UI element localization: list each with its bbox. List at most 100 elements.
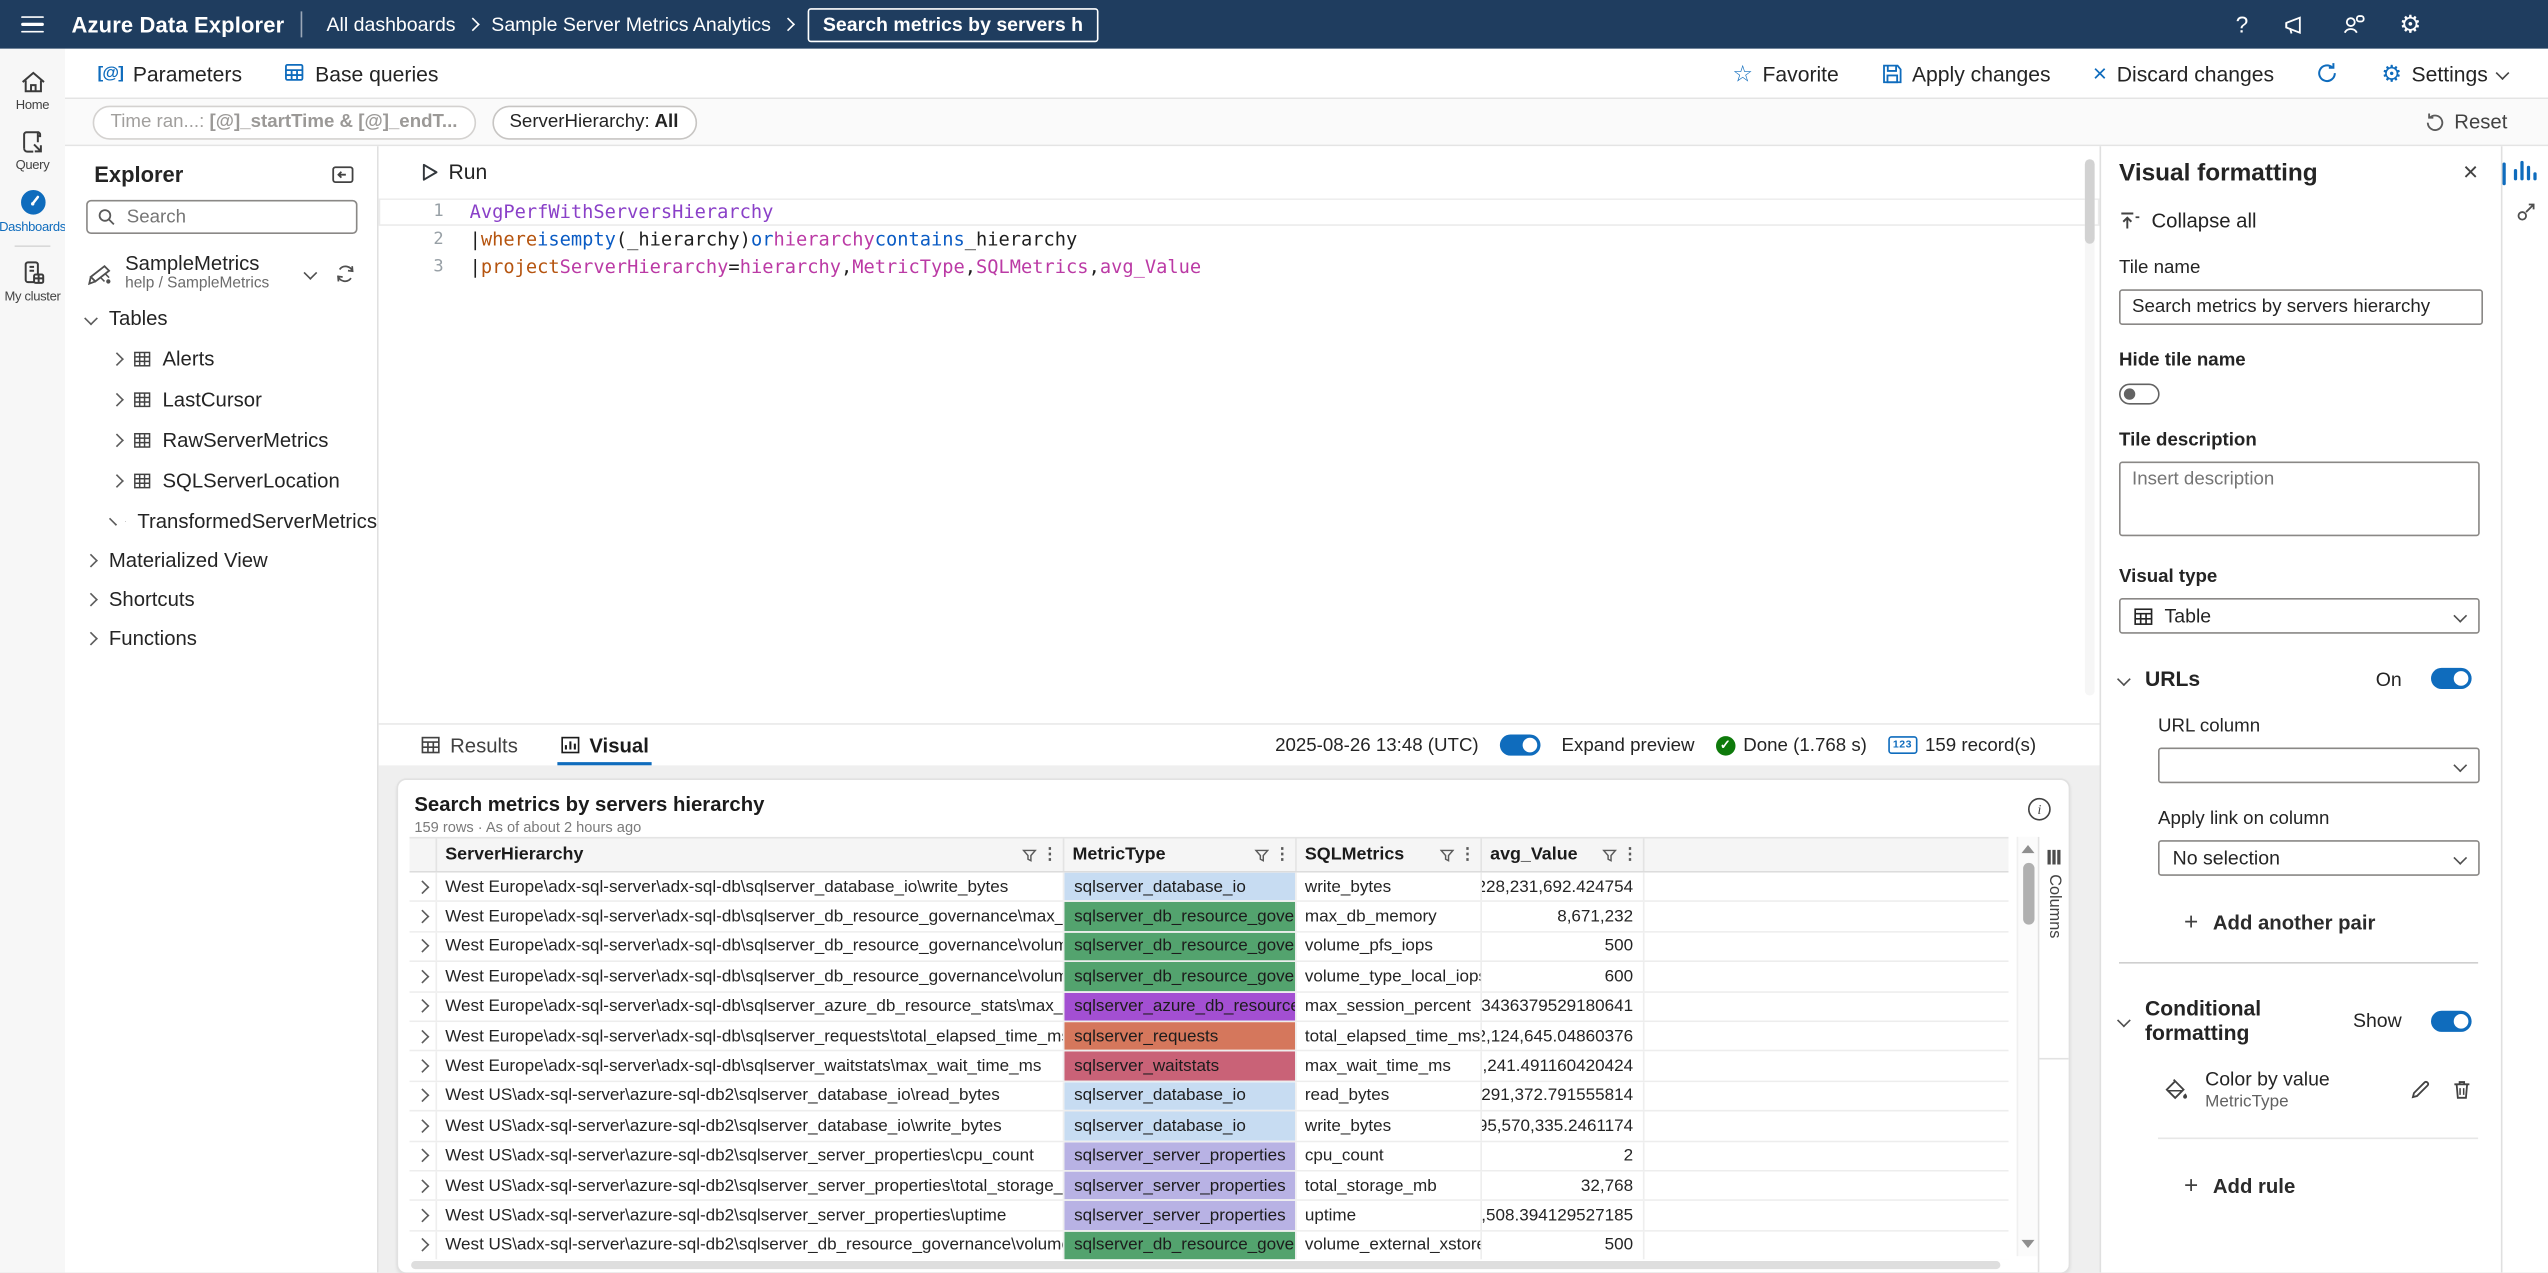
sql-metric-cell[interactable]: total_elapsed_time_ms <box>1297 1022 1482 1051</box>
server-hierarchy-cell[interactable]: West US\adx-sql-server\azure-sql-db2\sql… <box>437 1081 1065 1111</box>
sql-metric-cell[interactable]: max_wait_time_ms <box>1297 1051 1482 1081</box>
expand-row-chevron[interactable] <box>410 1171 438 1200</box>
table-item[interactable]: RawServerMetrics <box>65 419 377 460</box>
sql-metric-cell[interactable]: write_bytes <box>1297 1111 1482 1140</box>
filter-icon[interactable] <box>1602 847 1617 862</box>
run-button[interactable]: Run <box>421 159 2100 184</box>
table-row[interactable]: West Europe\adx-sql-server\adx-sql-db\sq… <box>409 962 2009 993</box>
table-item[interactable]: LastCursor <box>65 379 377 420</box>
tab-results[interactable]: Results <box>421 725 518 766</box>
breadcrumb-all-dashboards[interactable]: All dashboards <box>327 13 456 36</box>
table-row[interactable]: West Europe\adx-sql-server\adx-sql-db\sq… <box>409 902 2009 933</box>
database-row[interactable]: SampleMetrics help / SampleMetrics <box>65 247 377 299</box>
server-hierarchy-cell[interactable]: West Europe\adx-sql-server\adx-sql-db\sq… <box>437 1051 1065 1081</box>
scroll-up-arrow[interactable] <box>2021 845 2035 854</box>
avg-value-cell[interactable]: 3,228,231,692.424754 <box>1482 872 1645 901</box>
refresh-button[interactable] <box>2316 62 2339 85</box>
tab-visual[interactable]: Visual <box>556 725 652 766</box>
explorer-section-item[interactable]: Shortcuts <box>65 580 377 619</box>
avg-value-cell[interactable]: 44,241.491160420424 <box>1482 1051 1645 1081</box>
metric-type-cell[interactable]: sqlserver_azure_db_resource_stats <box>1064 992 1297 1021</box>
server-hierarchy-cell[interactable]: West US\adx-sql-server\azure-sql-db2\sql… <box>437 1171 1065 1200</box>
formatting-rule-row[interactable]: Color by value MetricType <box>2165 1068 2472 1112</box>
announcements-icon[interactable] <box>2282 14 2306 35</box>
expand-row-chevron[interactable] <box>410 932 438 961</box>
filter-icon[interactable] <box>1022 847 1037 862</box>
metric-type-cell[interactable]: sqlserver_database_io <box>1064 1081 1297 1111</box>
columns-tab[interactable]: Columns <box>2039 837 2069 1060</box>
metric-type-cell[interactable]: sqlserver_database_io <box>1064 872 1297 901</box>
sql-metric-cell[interactable]: max_db_memory <box>1297 902 1482 931</box>
query-editor[interactable]: Run 1 AvgPerfWithServersHierarchy 2 | where… <box>378 146 2100 724</box>
info-icon[interactable]: i <box>2028 797 2051 821</box>
nav-home[interactable]: Home <box>0 60 65 120</box>
explorer-search[interactable] <box>86 199 358 234</box>
add-another-pair-button[interactable]: + Add another pair <box>2184 908 2501 936</box>
feedback-icon[interactable] <box>2341 13 2365 36</box>
table-row[interactable]: West US\adx-sql-server\azure-sql-db2\sql… <box>409 1141 2009 1172</box>
column-menu-icon[interactable]: ⋮ <box>1622 846 1638 864</box>
apply-link-select[interactable]: No selection <box>2158 840 2480 876</box>
query-code[interactable]: 1 AvgPerfWithServersHierarchy 2 | where ise… <box>379 198 2100 281</box>
table-item[interactable]: TransformedServerMetrics <box>65 501 377 542</box>
column-header[interactable]: MetricType ⋮ <box>1064 838 1297 871</box>
server-hierarchy-pill[interactable]: ServerHierarchy: All <box>491 104 697 139</box>
editor-scrollbar[interactable] <box>2084 159 2095 696</box>
conditional-formatting-header[interactable]: Conditional formatting Show <box>2116 996 2501 1045</box>
expand-row-chevron[interactable] <box>410 1201 438 1230</box>
visual-formatting-tool-icon[interactable] <box>2513 160 2538 181</box>
table-row[interactable]: West Europe\adx-sql-server\adx-sql-db\sq… <box>409 932 2009 963</box>
visual-type-select[interactable]: Table <box>2119 598 2480 634</box>
sql-metric-cell[interactable]: max_session_percent <box>1297 992 1482 1021</box>
avg-value-cell[interactable]: 600 <box>1482 962 1645 991</box>
column-header[interactable]: ServerHierarchy ⋮ <box>437 838 1065 871</box>
sql-metric-cell[interactable]: volume_pfs_iops <box>1297 932 1482 961</box>
urls-section-header[interactable]: URLs On <box>2116 666 2501 691</box>
expand-row-chevron[interactable] <box>410 1231 438 1260</box>
table-row[interactable]: West US\adx-sql-server\azure-sql-db2\sql… <box>409 1231 2009 1260</box>
sql-metric-cell[interactable]: read_bytes <box>1297 1081 1482 1111</box>
help-icon[interactable]: ? <box>2236 11 2249 37</box>
column-menu-icon[interactable]: ⋮ <box>1042 846 1058 864</box>
base-queries-button[interactable]: Base queries <box>284 61 438 85</box>
table-row[interactable]: West US\adx-sql-server\azure-sql-db2\sql… <box>409 1201 2009 1232</box>
table-row[interactable]: West Europe\adx-sql-server\adx-sql-db\sq… <box>409 992 2009 1023</box>
avg-value-cell[interactable]: 8,671,232 <box>1482 902 1645 931</box>
tile-description-input[interactable] <box>2119 461 2480 537</box>
breadcrumb-active-tile[interactable]: Search metrics by servers h <box>808 7 1098 42</box>
avg-value-cell[interactable]: 66,291,372.791555814 <box>1482 1081 1645 1111</box>
metric-type-cell[interactable]: sqlserver_database_io <box>1064 1111 1297 1140</box>
cross-filter-tool-icon[interactable] <box>2515 202 2536 223</box>
explorer-section-item[interactable]: Materialized View <box>65 541 377 580</box>
apply-changes-button[interactable]: Apply changes <box>1881 61 2051 85</box>
nav-dashboards[interactable]: Dashboards <box>0 180 66 240</box>
server-hierarchy-cell[interactable]: West Europe\adx-sql-server\adx-sql-db\sq… <box>437 1022 1065 1051</box>
metric-type-cell[interactable]: sqlserver_server_properties <box>1064 1141 1297 1170</box>
metric-type-cell[interactable]: sqlserver_server_properties <box>1064 1171 1297 1200</box>
expand-row-chevron[interactable] <box>410 1081 438 1111</box>
hide-tile-name-toggle[interactable] <box>2119 383 2160 405</box>
metric-type-cell[interactable]: sqlserver_db_resource_governance <box>1064 1231 1297 1260</box>
table-horizontal-scrollbar[interactable] <box>411 1261 2001 1270</box>
metric-type-cell[interactable]: sqlserver_db_resource_governance <box>1064 962 1297 991</box>
expand-row-chevron[interactable] <box>410 1051 438 1081</box>
chevron-down-icon[interactable] <box>303 266 318 280</box>
avg-value-cell[interactable]: 695,570,335.2461174 <box>1482 1111 1645 1140</box>
server-hierarchy-cell[interactable]: West US\adx-sql-server\azure-sql-db2\sql… <box>437 1141 1065 1170</box>
server-hierarchy-cell[interactable]: West Europe\adx-sql-server\adx-sql-db\sq… <box>437 932 1065 961</box>
avg-value-cell[interactable]: 500 <box>1482 1231 1645 1260</box>
scroll-down-arrow[interactable] <box>2021 1239 2035 1248</box>
avg-value-cell[interactable]: 122,124,645.04860376 <box>1482 1022 1645 1051</box>
sql-metric-cell[interactable]: write_bytes <box>1297 872 1482 901</box>
scroll-thumb[interactable] <box>2022 862 2034 925</box>
table-row[interactable]: West Europe\adx-sql-server\adx-sql-db\sq… <box>409 1051 2009 1082</box>
avg-value-cell[interactable]: 500 <box>1482 932 1645 961</box>
parameters-button[interactable]: [@] Parameters <box>98 61 243 85</box>
delete-rule-button[interactable] <box>2452 1079 2472 1100</box>
column-menu-icon[interactable]: ⋮ <box>1274 846 1290 864</box>
nav-query[interactable]: Query <box>0 120 65 180</box>
avg-value-cell[interactable]: 32,768 <box>1482 1171 1645 1200</box>
settings-gear-icon[interactable]: ⚙ <box>2399 12 2421 36</box>
server-hierarchy-cell[interactable]: West Europe\adx-sql-server\adx-sql-db\sq… <box>437 992 1065 1021</box>
tile-name-input[interactable] <box>2119 289 2483 325</box>
